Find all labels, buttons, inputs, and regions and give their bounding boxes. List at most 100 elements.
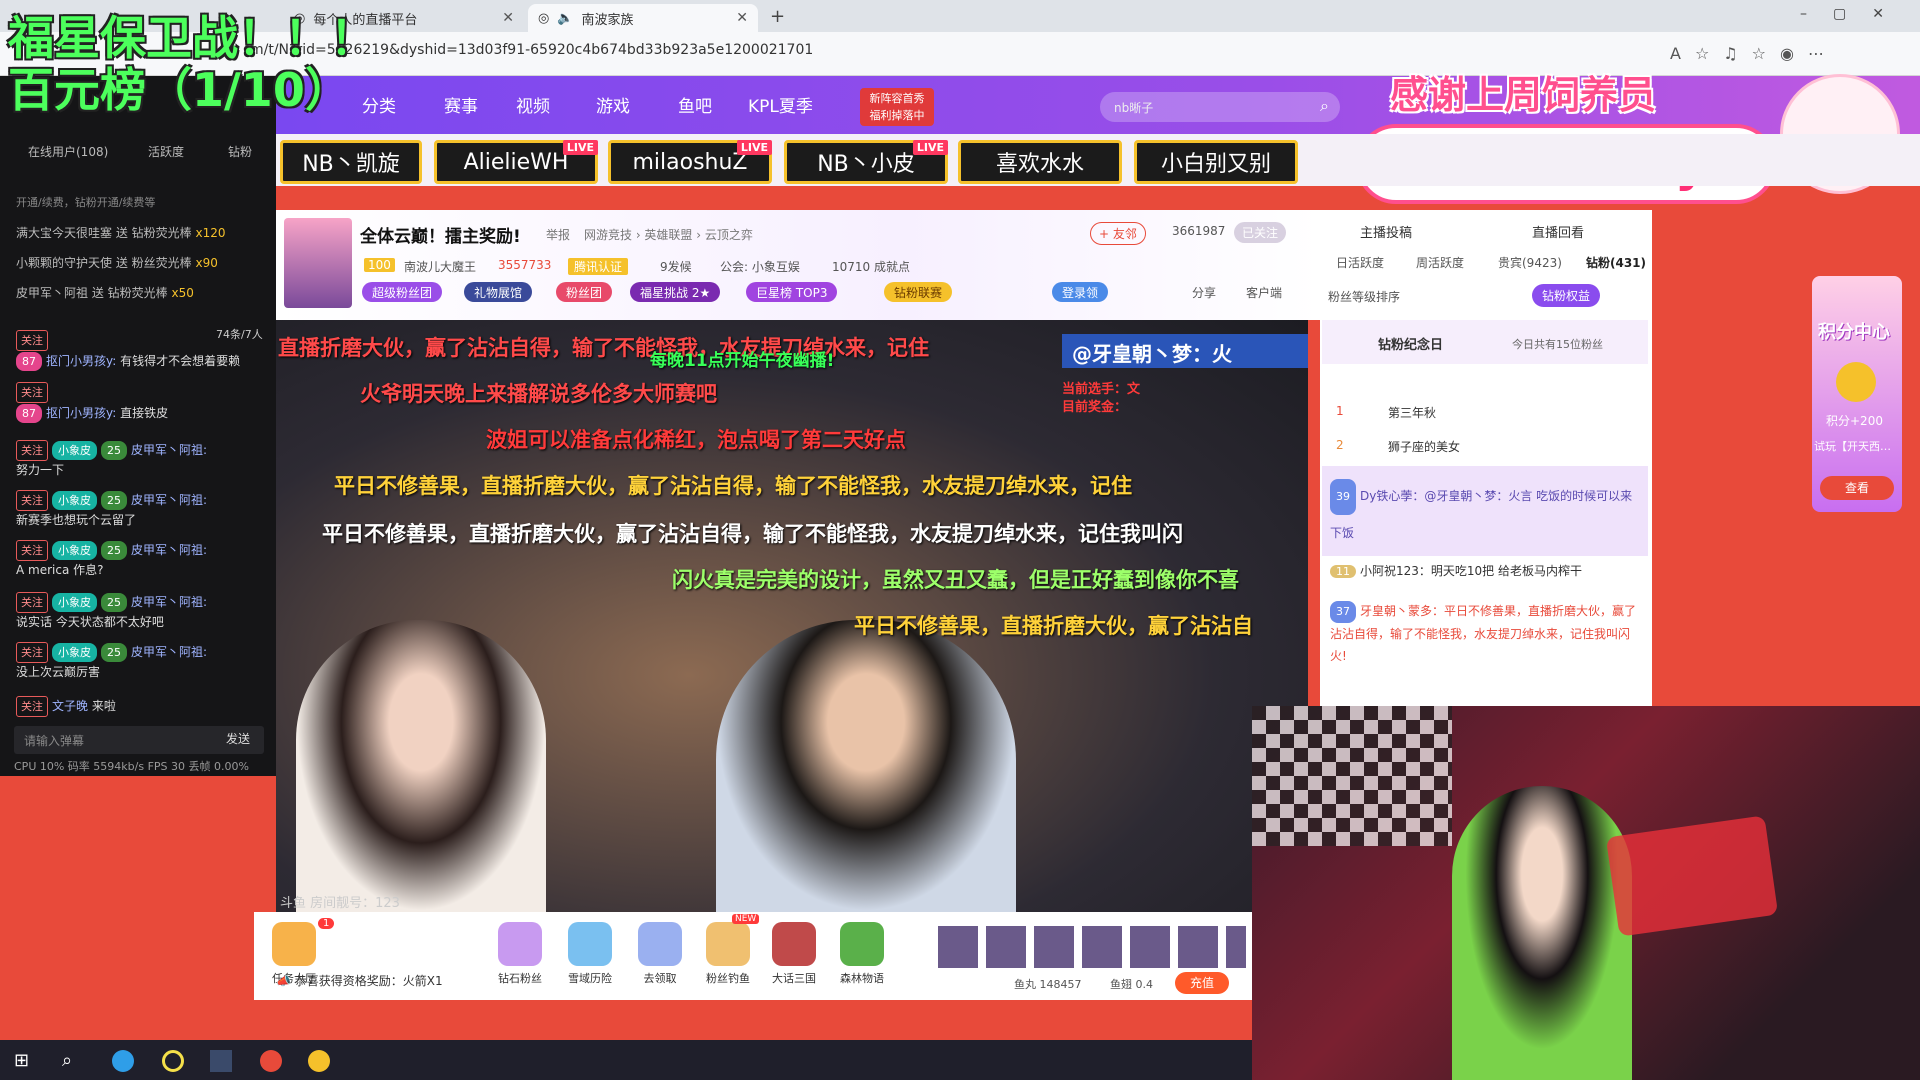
pill-fan-group[interactable]: 粉丝团 [556,282,613,302]
gift-bar-item[interactable]: 去领取 [634,922,686,986]
pill-diamond-league[interactable]: 钻粉联赛 [884,282,953,302]
anchor-card[interactable]: 喜欢水水 [958,140,1122,184]
points-center[interactable]: 积分中心 积分+200 试玩【开天西… 查看 [1812,276,1902,512]
tab-activity[interactable]: 活跃度 [148,143,184,160]
browser-toolbar-icons[interactable]: A☆♫☆◉⋯ [1670,44,1838,63]
anchor-card[interactable]: AlielieWH LIVE [434,140,598,184]
new-tab-icon[interactable]: + [770,6,785,27]
coin-icon [1836,362,1876,402]
follow-badge[interactable]: 关注 [16,642,48,663]
gift-count: x50 [171,286,194,300]
room-number: 斗鱼 房间靓号：123 [280,896,400,911]
tab-weekly[interactable]: 周活跃度 [1416,254,1464,271]
anchor-card[interactable]: 小白别又别 [1134,140,1298,184]
follow-badge[interactable]: 关注 [16,696,48,717]
follow-badge[interactable]: 关注 [16,330,48,351]
app-icon[interactable] [210,1050,232,1072]
speaker-icon[interactable]: 🔈 [557,11,573,26]
rank-name[interactable]: 狮子座的美女 [1388,438,1460,455]
pill-lucky-challenge[interactable]: 福星挑战 2★ [630,282,721,302]
anchor-posts-link[interactable]: 主播投稿 [1360,222,1412,241]
chat-user[interactable]: 皮甲军丶阿祖: [131,543,207,557]
anchor-card[interactable]: NB丶小皮 LIVE [784,140,948,184]
car-icon [638,922,682,966]
tab-daily[interactable]: 日活跃度 [1336,254,1384,271]
follow-badge[interactable]: 关注 [16,592,48,613]
followed-button[interactable]: 已关注 [1234,222,1287,243]
pill-star-rank[interactable]: 巨星榜 TOP3 [746,282,838,302]
chat-user[interactable]: 皮甲军丶阿祖: [131,443,207,457]
send-button[interactable]: 发送 [226,730,250,747]
gift-bar-item[interactable]: 森林物语 [836,922,888,986]
login-reward[interactable]: 登录领 [1052,282,1109,302]
follow-badge[interactable]: 关注 [16,490,48,511]
ranking-label[interactable]: 粉丝等级排序 [1328,288,1400,305]
gift-bar-item[interactable]: 雪域历险 [564,922,616,986]
pill-gift-hall[interactable]: 礼物展馆 [464,282,533,302]
browser-tab-active[interactable]: ◎ 🔈 南波家族 ✕ [528,4,758,32]
share-link[interactable]: 分享 [1192,284,1216,301]
tab-online-users[interactable]: 在线用户(108) [28,143,108,160]
gift-grid[interactable] [938,926,1246,968]
gift-row: 小颗颗的守护天使 送 粉丝荧光棒 x90 [16,254,218,271]
search-icon[interactable]: ⌕ [1320,96,1329,116]
close-icon[interactable]: ✕ [502,10,514,26]
stream-overlay-title: 福星保卫战！！！ 百元榜（1/10） [8,12,376,116]
gift-bar-item[interactable]: 粉丝钓鱼 [702,922,754,986]
anchor-avatar[interactable] [284,218,352,308]
chat-notice: 开通/续费，钻粉开通/续费等 [16,196,156,209]
level-badge: 37 [1330,601,1356,623]
search-icon[interactable]: ⌕ [62,1050,72,1071]
fish-wings: 鱼翅 0.4 [1110,978,1153,991]
fan-level-badge: 25 [101,643,127,662]
chat-message: 关注 小象皮 25 皮甲军丶阿祖: 努力一下 [16,440,266,480]
tab-diamond[interactable]: 钻粉(431) [1586,254,1646,271]
gift-bar-item[interactable]: 大话三国 [768,922,820,986]
chat-user[interactable]: 皮甲军丶阿祖: [131,493,207,507]
promo-badge[interactable]: 新阵容首秀 福利掉落中 [860,88,934,126]
nav-item[interactable]: 鱼吧 [678,92,712,117]
anchor-card[interactable]: milaoshuZ LIVE [608,140,772,184]
chat-text: 牙皇朝丶蒙多：平日不修善果，直播折磨大伙，赢了沾沾自得，输了不能怪我，水友提刀绰… [1330,604,1637,663]
gift-row: 皮甲军丶阿祖 送 钻粉荧光棒 x50 [16,284,194,301]
app-icon[interactable] [260,1050,282,1072]
close-icon[interactable]: ✕ [736,10,748,26]
chat-user[interactable]: 抠门小男孩y: [46,406,116,420]
app-icon[interactable] [162,1050,184,1072]
windows-start-icon[interactable]: ⊞ [14,1050,29,1071]
nav-item[interactable]: KPL夏季 [748,92,813,117]
window-controls[interactable]: –▢✕ [1800,6,1910,22]
fans-group: 9发候 [660,260,692,274]
guild[interactable]: 公会: 小象互娱 [720,258,800,275]
pill-super-fans[interactable]: 超级粉丝团 [362,282,443,302]
memorial-count: 今日共有15位粉丝 [1512,338,1603,351]
follow-badge[interactable]: 关注 [16,540,48,561]
anchor-name[interactable]: 南波儿大魔王 [404,258,476,275]
app-icon[interactable] [308,1050,330,1072]
anchor-card[interactable]: NB丶凯旋 [280,140,422,184]
fishing-icon [706,922,750,966]
tab-vip[interactable]: 贵宾(9423) [1498,254,1562,271]
view-button[interactable]: 查看 [1820,476,1894,500]
follow-badge[interactable]: 关注 [16,440,48,461]
gift-bar-item[interactable]: 钻石粉丝 [494,922,546,986]
follow-button[interactable]: + 友邻 [1090,222,1146,245]
edge-icon[interactable] [112,1050,134,1072]
tab-diamond-fans[interactable]: 钻粉 [228,143,252,160]
chat-user[interactable]: 皮甲军丶阿祖: [131,595,207,609]
chat-user[interactable]: 皮甲军丶阿祖: [131,645,207,659]
nav-item[interactable]: 视频 [516,92,550,117]
replay-link[interactable]: 直播回看 [1532,222,1584,241]
report-link[interactable]: 举报 [546,226,570,243]
rights-button[interactable]: 钻粉权益 [1532,284,1601,307]
nav-item[interactable]: 赛事 [444,92,478,117]
nav-item[interactable]: 游戏 [596,92,630,117]
client-link[interactable]: 客户端 [1246,284,1282,301]
rank-name[interactable]: 第三年秋 [1388,404,1436,421]
search-input[interactable]: nb晰子 [1100,92,1340,122]
chat-user[interactable]: 文子晚 [52,699,88,713]
recharge-button[interactable]: 充值 [1175,972,1229,994]
breadcrumb[interactable]: 网游竞技 › 英雄联盟 › 云顶之弈 [584,226,753,243]
chat-user[interactable]: 抠门小男孩y: [46,354,116,368]
follow-badge[interactable]: 关注 [16,382,48,403]
